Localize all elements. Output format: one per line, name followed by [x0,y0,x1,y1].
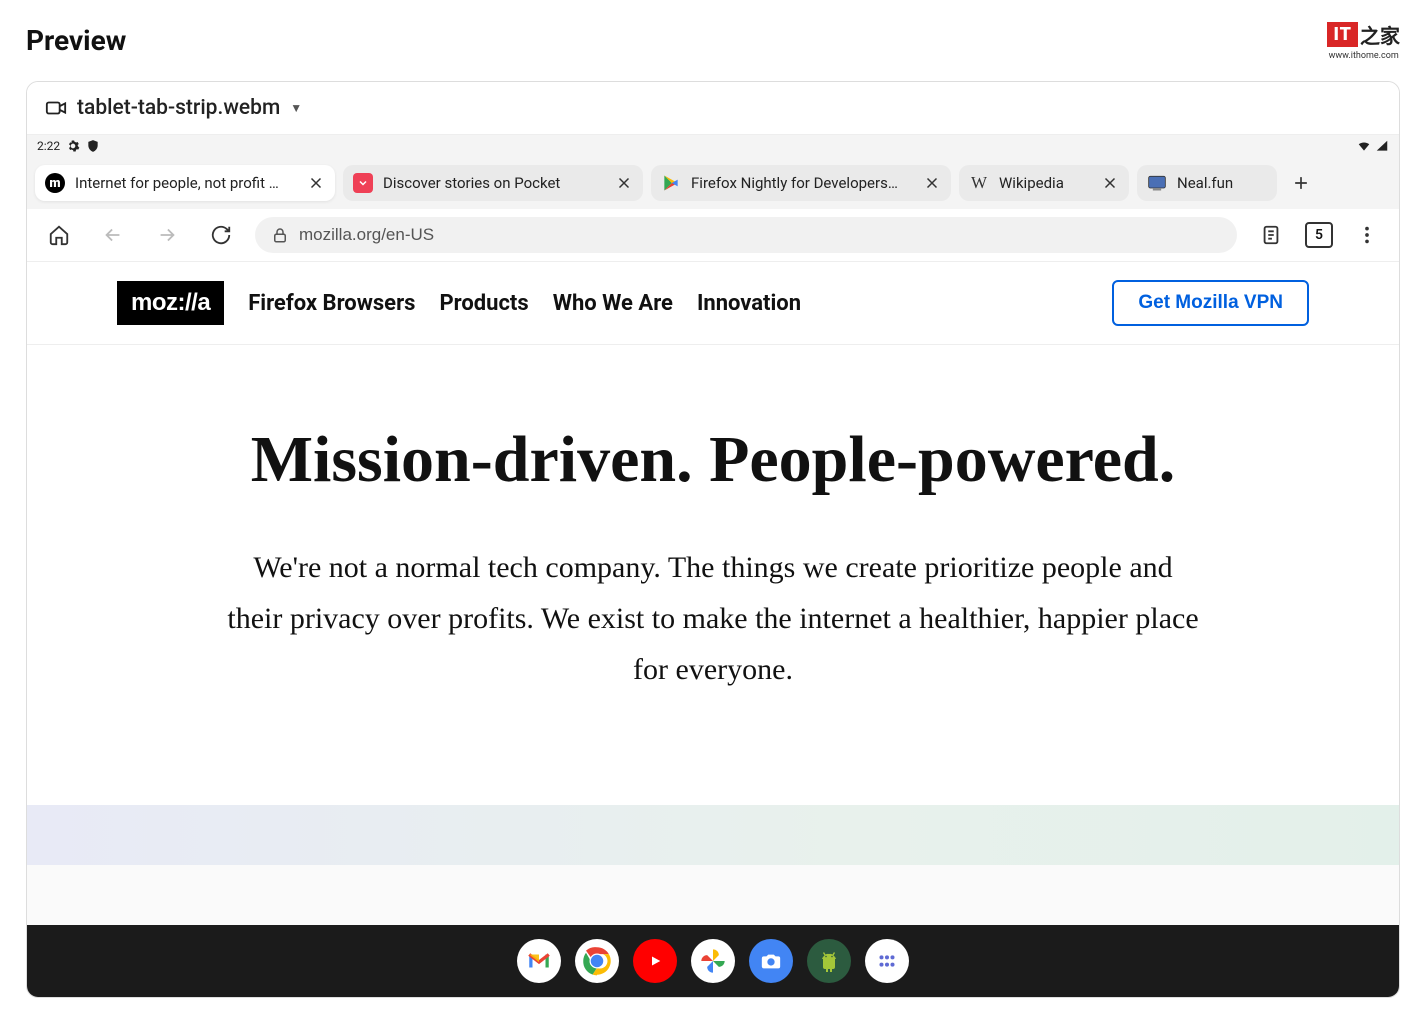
shelf-photos[interactable] [691,939,735,983]
home-button[interactable] [39,215,79,255]
shelf-gmail[interactable] [517,939,561,983]
nav-products[interactable]: Products [439,291,528,316]
tab-mozilla[interactable]: m Internet for people, not profit … [35,165,335,201]
close-icon[interactable] [307,174,325,192]
spacer [27,865,1399,925]
nav-firefox-browsers[interactable]: Firefox Browsers [248,291,415,316]
close-icon[interactable] [923,174,941,192]
tab-label: Discover stories on Pocket [383,174,605,192]
watermark-url: www.ithome.com [1329,51,1399,61]
neal-favicon-icon [1147,173,1167,193]
shelf-apps[interactable] [865,939,909,983]
back-button[interactable] [93,215,133,255]
reload-button[interactable] [201,215,241,255]
signal-icon [1375,139,1389,153]
close-icon[interactable] [615,174,633,192]
nav-innovation[interactable]: Innovation [697,291,801,316]
video-icon [45,97,67,119]
wikipedia-favicon-icon: W [969,173,989,193]
new-tab-button[interactable] [1285,167,1317,199]
url-input[interactable] [299,225,1221,245]
shelf-youtube[interactable] [633,939,677,983]
shelf-camera[interactable] [749,939,793,983]
dropdown-caret-icon[interactable]: ▼ [290,101,302,115]
nav-who-we-are[interactable]: Who We Are [553,291,673,316]
tab-label: Firefox Nightly for Developers… [691,174,913,192]
gradient-section [27,805,1399,865]
pocket-favicon-icon [353,173,373,193]
ithome-cn-icon: 之家 [1360,20,1400,49]
tab-count-button[interactable]: 5 [1305,222,1333,248]
tab-wikipedia[interactable]: W Wikipedia [959,165,1129,201]
forward-button[interactable] [147,215,187,255]
preview-title: Preview [26,24,126,57]
mozilla-favicon-icon: m [45,173,65,193]
tab-nightly[interactable]: Firefox Nightly for Developers… [651,165,951,201]
hero-body: We're not a normal tech company. The thi… [223,542,1203,695]
shield-icon [86,139,100,153]
watermark-logo: IT 之家 www.ithome.com [1327,20,1400,61]
tab-label: Internet for people, not profit … [75,174,297,192]
hero-heading: Mission-driven. People-powered. [107,425,1319,494]
tab-label: Neal.fun [1177,174,1267,192]
url-field[interactable] [255,217,1237,253]
tab-label: Wikipedia [999,174,1091,192]
app-shelf [27,925,1399,997]
tab-strip: m Internet for people, not profit … Disc… [27,157,1399,209]
shelf-chrome[interactable] [575,939,619,983]
reader-mode-button[interactable] [1251,215,1291,255]
lock-icon [271,226,289,244]
gear-icon [66,139,80,153]
preview-frame: tablet-tab-strip.webm ▼ 2:22 [26,81,1400,998]
get-vpn-button[interactable]: Get Mozilla VPN [1112,280,1309,326]
status-time: 2:22 [37,139,60,153]
tab-neal[interactable]: Neal.fun [1137,165,1277,201]
wifi-icon [1357,139,1371,153]
mozilla-logo[interactable]: moz://a [117,281,224,325]
tab-pocket[interactable]: Discover stories on Pocket [343,165,643,201]
ithome-it-icon: IT [1327,22,1358,47]
menu-button[interactable] [1347,215,1387,255]
play-favicon-icon [661,173,681,193]
shelf-android[interactable] [807,939,851,983]
filename[interactable]: tablet-tab-strip.webm [77,96,280,120]
close-icon[interactable] [1101,174,1119,192]
